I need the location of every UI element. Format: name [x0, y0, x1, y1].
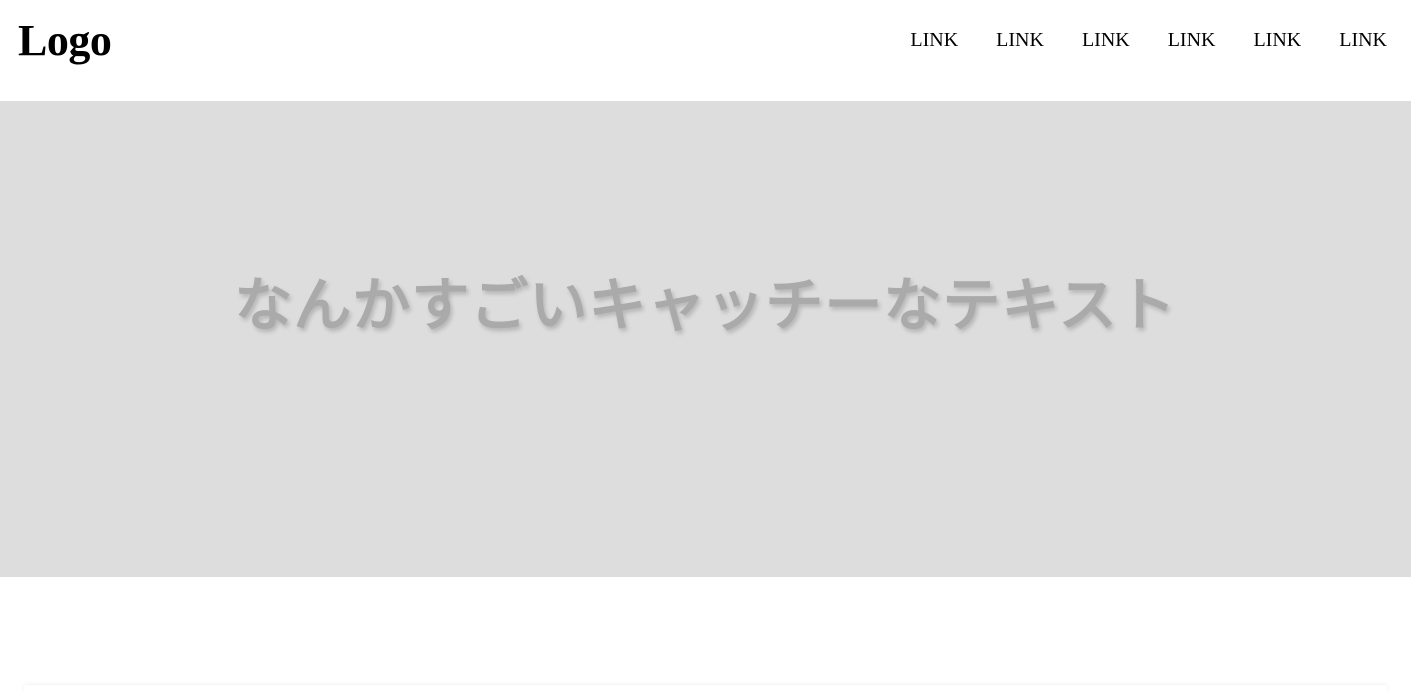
nav-link-1[interactable]: LINK — [910, 28, 958, 52]
content-section — [0, 577, 1411, 693]
nav-link-2[interactable]: LINK — [996, 28, 1044, 52]
hero-catch-text: なんかすごいキャッチーなテキスト — [234, 273, 1177, 338]
hero-section: なんかすごいキャッチーなテキスト — [0, 101, 1411, 577]
main-nav: LINK LINK LINK LINK LINK LINK — [910, 28, 1387, 52]
logo[interactable]: Logo — [18, 14, 112, 68]
content-card — [24, 685, 1387, 693]
nav-link-6[interactable]: LINK — [1339, 28, 1387, 52]
nav-link-3[interactable]: LINK — [1082, 28, 1130, 52]
nav-link-4[interactable]: LINK — [1168, 28, 1216, 52]
site-header: Logo LINK LINK LINK LINK LINK LINK — [0, 0, 1411, 101]
nav-link-5[interactable]: LINK — [1253, 28, 1301, 52]
